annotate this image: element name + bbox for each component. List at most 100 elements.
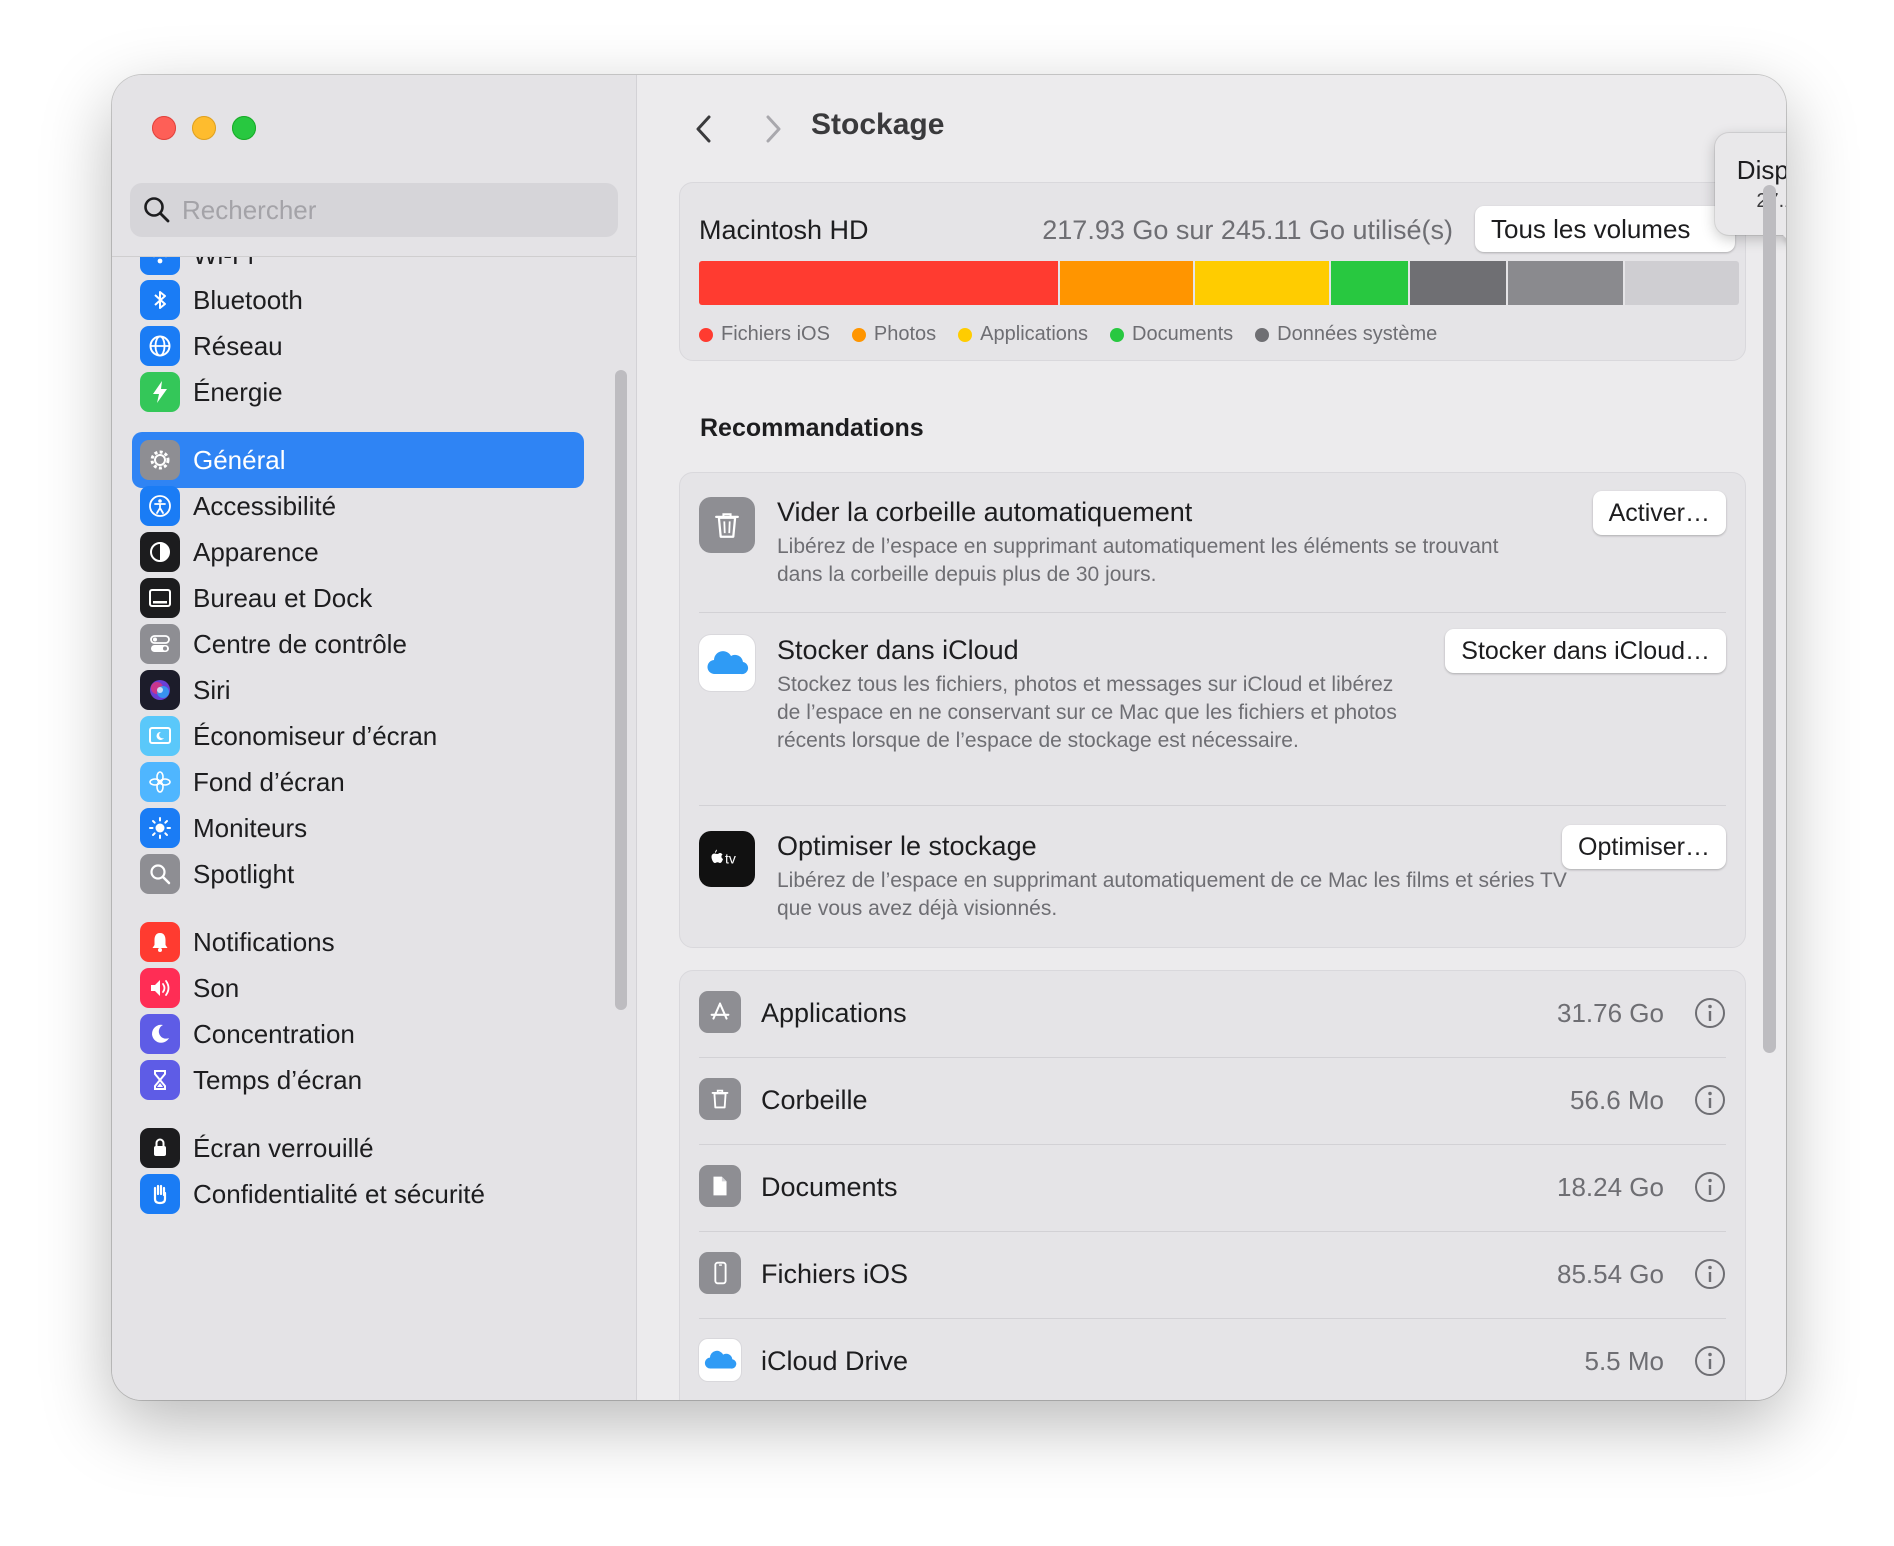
usage-segment[interactable]	[1193, 261, 1330, 305]
settings-window: Rechercher Wi-Fi Bluetooth Rés	[112, 75, 1786, 1400]
sidebar-item-label: Spotlight	[193, 858, 295, 889]
zoom-button[interactable]	[232, 116, 256, 140]
sidebar: Rechercher Wi-Fi Bluetooth Rés	[112, 75, 637, 1400]
dock-icon	[140, 578, 180, 618]
usage-segment[interactable]	[1057, 261, 1194, 305]
legend-item: Données système	[1255, 323, 1437, 346]
legend-label: Documents	[1132, 323, 1234, 345]
sidebar-item-label: Wi-Fi	[193, 257, 254, 271]
legend-item: Fichiers iOS	[699, 323, 830, 346]
sidebar-item-label: Notifications	[193, 926, 335, 957]
sidebar-item-label: Économiseur d’écran	[193, 720, 438, 751]
legend-label: Données système	[1277, 323, 1438, 345]
category-name: iCloud Drive	[761, 1346, 909, 1376]
search-field[interactable]: Rechercher	[130, 183, 618, 237]
sidebar-item-label: Accessibilité	[193, 490, 337, 521]
bolt-icon	[140, 372, 180, 412]
reco-store-icloud: Stocker dans iCloud Stockez tous les fic…	[699, 629, 1726, 775]
legend-dot	[1255, 327, 1270, 342]
siri-icon	[140, 670, 180, 710]
category-row[interactable]: iCloud Drive 5.5 Mo	[699, 1319, 1726, 1400]
info-icon[interactable]	[1694, 1171, 1726, 1203]
appletv-icon: tv	[699, 831, 755, 887]
usage-segment[interactable]	[1622, 261, 1739, 305]
hand-icon	[140, 1174, 180, 1214]
all-volumes-button[interactable]: Tous les volumes	[1475, 206, 1735, 252]
category-name: Fichiers iOS	[761, 1259, 909, 1289]
recommendations-title: Recommandations	[700, 414, 924, 442]
moon-icon	[140, 1014, 180, 1054]
sidebar-item-label: Confidentialité et sécurité	[193, 1178, 485, 1209]
usage-segment[interactable]	[1408, 261, 1506, 305]
sidebar-item-label: Énergie	[193, 376, 283, 407]
search-icon	[144, 197, 170, 223]
appearance-icon	[140, 532, 180, 572]
legend-label: Photos	[873, 323, 937, 345]
reco-divider	[699, 612, 1726, 613]
sidebar-item-label: Général	[193, 444, 286, 475]
activate-button[interactable]: Activer…	[1592, 491, 1726, 535]
legend-item: Photos	[851, 323, 937, 346]
info-icon[interactable]	[1694, 997, 1726, 1029]
category-size: 18.24 Go	[1557, 1172, 1664, 1202]
main-content: Stockage Macintosh HD 217.93 Go sur 245.…	[637, 75, 1786, 1400]
category-row[interactable]: Documents 18.24 Go	[699, 1145, 1726, 1232]
recommendations-card: Vider la corbeille automatiquement Libér…	[679, 472, 1746, 948]
reco-description: Stockez tous les fichiers, photos et mes…	[777, 673, 1397, 752]
main-scrollbar[interactable]	[1763, 185, 1776, 1053]
sidebar-item-label: Apparence	[193, 536, 319, 567]
store-icloud-button[interactable]: Stocker dans iCloud…	[1445, 629, 1726, 673]
spotlight-icon	[140, 854, 180, 894]
gear-icon	[140, 440, 180, 480]
search-placeholder: Rechercher	[182, 194, 317, 225]
category-row[interactable]: Fichiers iOS 85.54 Go	[699, 1232, 1726, 1319]
flower-icon	[140, 762, 180, 802]
optimize-button[interactable]: Optimiser…	[1562, 825, 1726, 869]
category-row[interactable]: Corbeille 56.6 Mo	[699, 1058, 1726, 1145]
info-icon[interactable]	[1694, 1345, 1726, 1377]
back-chevron-icon[interactable]	[689, 109, 719, 149]
info-icon[interactable]	[1694, 1084, 1726, 1116]
toggles-icon	[140, 624, 180, 664]
bell-icon	[140, 922, 180, 962]
sidebar-item-label: Centre de contrôle	[193, 628, 407, 659]
minimize-button[interactable]	[192, 116, 216, 140]
category-row[interactable]: Applications 31.76 Go	[699, 971, 1726, 1058]
sun-icon	[140, 808, 180, 848]
sidebar-item-spotlight[interactable]: Spotlight	[132, 846, 584, 902]
usage-segment[interactable]	[1329, 261, 1409, 305]
icloud-icon	[699, 635, 755, 691]
tooltip-arrow	[1782, 220, 1786, 250]
sidebar-scrollbar[interactable]	[615, 370, 627, 1010]
reco-title: Stocker dans iCloud	[777, 635, 1019, 665]
disk-usage-text: 217.93 Go sur 245.11 Go utilisé(s)	[1042, 215, 1453, 245]
trash-icon	[699, 1078, 741, 1120]
close-button[interactable]	[152, 116, 176, 140]
sidebar-list: Wi-Fi Bluetooth Réseau Énergie	[112, 257, 636, 1400]
icloud-icon	[699, 1339, 741, 1381]
sidebar-item-temps-ecran[interactable]: Temps d’écran	[132, 1052, 584, 1108]
sidebar-item-label: Moniteurs	[193, 812, 308, 843]
sidebar-item-label: Temps d’écran	[193, 1064, 363, 1095]
globe-icon	[140, 326, 180, 366]
sidebar-item-label: Bluetooth	[193, 284, 303, 315]
category-size: 5.5 Mo	[1584, 1346, 1665, 1376]
forward-chevron-icon[interactable]	[758, 109, 788, 149]
sidebar-item-confidentialite[interactable]: Confidentialité et sécurité	[132, 1166, 584, 1222]
usage-segment[interactable]	[699, 261, 1058, 305]
legend-dot	[699, 327, 713, 342]
accessibility-icon	[140, 486, 180, 526]
sidebar-item-energie[interactable]: Énergie	[132, 364, 584, 420]
category-size: 56.6 Mo	[1570, 1085, 1664, 1115]
legend-dot	[958, 327, 973, 342]
sidebar-item-label: Son	[193, 972, 240, 1003]
disk-name: Macintosh HD	[699, 215, 869, 245]
screensaver-icon	[140, 716, 180, 756]
info-icon[interactable]	[1694, 1258, 1726, 1290]
usage-segment[interactable]	[1505, 261, 1623, 305]
reco-description: Libérez de l’espace en supprimant automa…	[777, 535, 1499, 586]
legend-item: Applications	[958, 323, 1088, 346]
legend-item: Documents	[1110, 323, 1233, 346]
category-size: 85.54 Go	[1557, 1259, 1664, 1289]
reco-description: Libérez de l’espace en supprimant automa…	[777, 869, 1567, 920]
